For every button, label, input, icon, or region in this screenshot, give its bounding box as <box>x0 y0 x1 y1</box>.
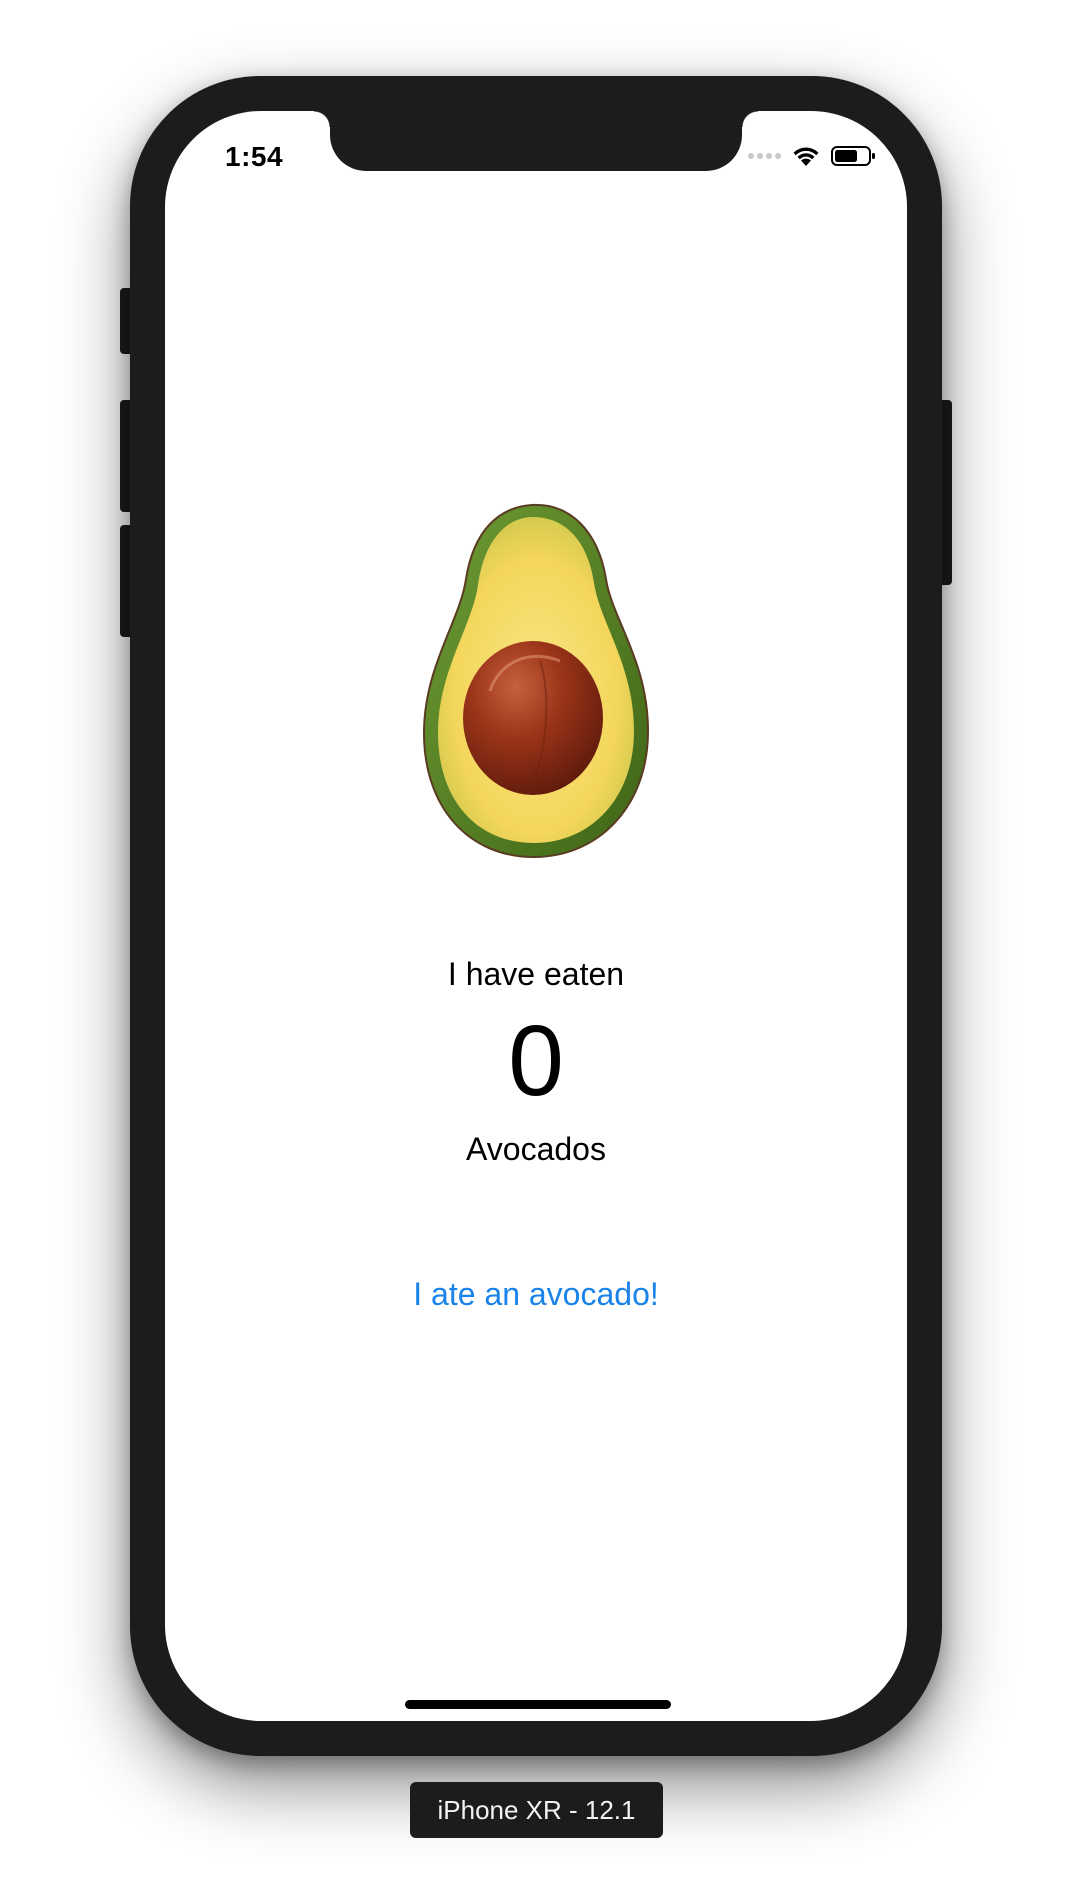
phone-screen: 1:54 I have eaten 0 Avocados I ate an av… <box>165 111 907 1721</box>
phone-frame: 1:54 I have eaten 0 Avocados I ate an av… <box>130 76 942 1756</box>
avocado-count: 0 <box>508 1005 564 1117</box>
status-time: 1:54 <box>225 141 284 172</box>
battery-icon <box>831 146 875 166</box>
device-label: iPhone XR - 12.1 <box>410 1782 663 1838</box>
ate-avocado-button[interactable]: I ate an avocado! <box>165 1276 907 1313</box>
unit-label: Avocados <box>466 1131 606 1167</box>
notch <box>314 111 758 171</box>
simulator-stage: 1:54 I have eaten 0 Avocados I ate an av… <box>0 0 1070 1900</box>
status-icons <box>748 145 877 167</box>
signal-icon <box>748 153 781 159</box>
wifi-icon <box>793 147 819 166</box>
avocado-image <box>422 503 650 859</box>
heading-label: I have eaten <box>447 956 625 992</box>
home-indicator[interactable] <box>405 1700 671 1709</box>
